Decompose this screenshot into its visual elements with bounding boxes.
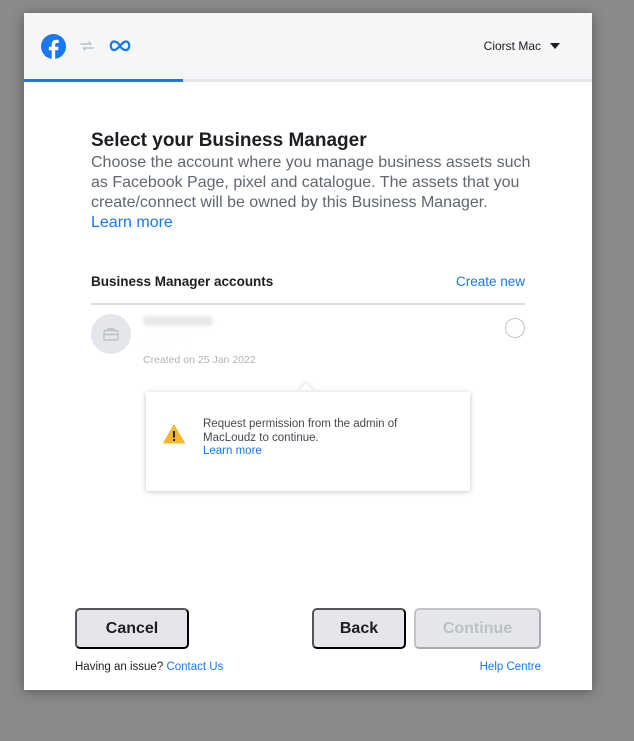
tooltip-message: Request permission from the admin of Mac… [203, 418, 398, 444]
warning-triangle-icon [163, 424, 185, 444]
account-subtitle: . . . . [143, 335, 196, 345]
user-name[interactable]: Ciorst Mac [484, 39, 541, 53]
progress-fill [24, 79, 184, 82]
cancel-button[interactable]: Cancel [75, 608, 189, 649]
account-avatar [91, 314, 131, 354]
description-text: Choose the account where you manage busi… [91, 154, 531, 211]
continue-button: Continue [414, 608, 541, 649]
dialog-header: Ciorst Mac [24, 13, 592, 81]
caret-down-icon[interactable] [550, 42, 560, 50]
issue-footer: Having an issue? Contact Us [75, 661, 223, 673]
link-icon [80, 41, 94, 51]
facebook-icon [41, 34, 66, 59]
permission-tooltip: Request permission from the admin of Mac… [146, 392, 470, 491]
issue-text: Having an issue? [75, 661, 164, 673]
contact-us-link[interactable]: Contact Us [166, 661, 223, 673]
meta-infinity-icon [109, 40, 131, 52]
section-divider [91, 303, 525, 305]
create-new-link[interactable]: Create new [456, 274, 525, 289]
tooltip-learn-more-link[interactable]: Learn more [203, 445, 443, 459]
progress-bar [24, 79, 592, 82]
business-manager-dialog: Ciorst Mac Select your Business Manager … [24, 13, 592, 690]
learn-more-link[interactable]: Learn more [91, 214, 173, 231]
account-name-redacted [143, 316, 213, 326]
back-button[interactable]: Back [312, 608, 406, 649]
account-created-date: Created on 25 Jan 2022 [143, 354, 256, 366]
page-description: Choose the account where you manage busi… [91, 153, 531, 233]
accounts-section-label: Business Manager accounts [91, 274, 274, 289]
briefcase-icon [103, 328, 119, 341]
account-radio-button[interactable] [505, 318, 525, 338]
page-title: Select your Business Manager [91, 130, 367, 151]
help-centre-link[interactable]: Help Centre [480, 661, 541, 673]
tooltip-text: Request permission from the admin of Mac… [203, 418, 443, 459]
